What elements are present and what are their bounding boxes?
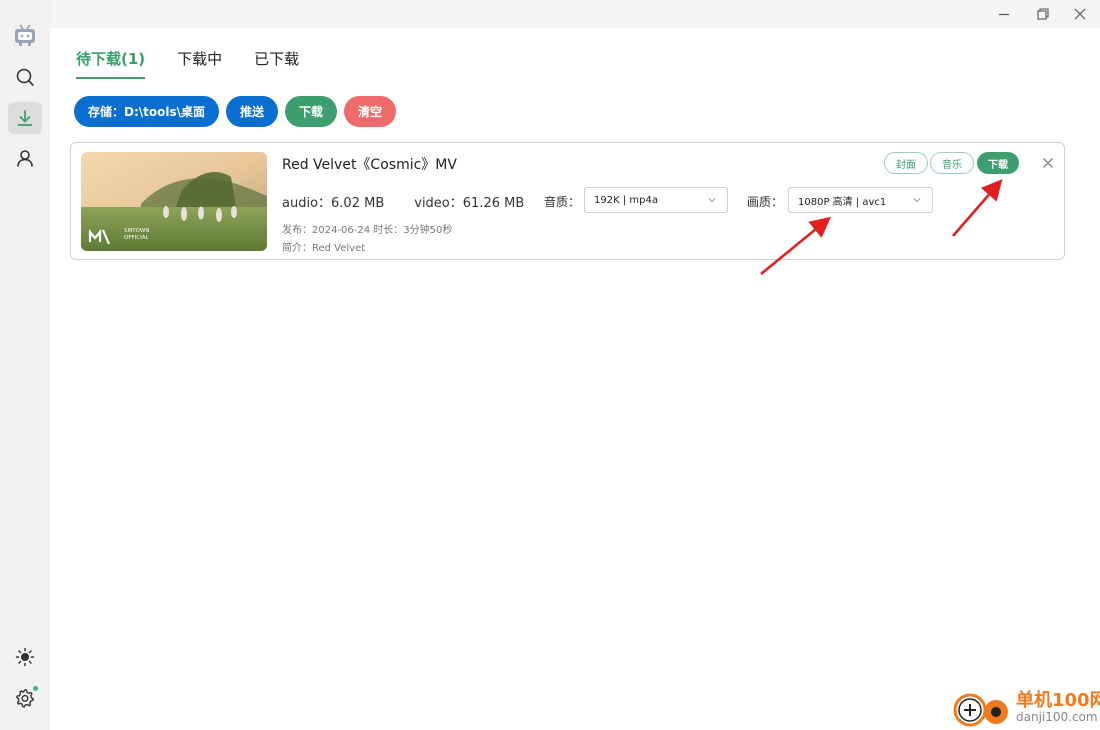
audio-quality-value: 192K | mp4a (594, 194, 658, 206)
remove-item-icon[interactable] (1040, 155, 1056, 171)
chevron-down-icon (707, 195, 717, 208)
watermark-text-2: danji100.com (1016, 710, 1098, 724)
minimize-icon[interactable] (993, 4, 1015, 24)
thumb-logo-text1: SMTOWN (124, 228, 149, 234)
audio-size-label: audio： (282, 196, 332, 211)
sidebar (0, 0, 50, 730)
watermark-text-1: 单机100网 (1016, 690, 1100, 711)
intro-info: 简介：Red Velvet (282, 243, 366, 254)
thumb-logo-text2: OFFICIAL (124, 235, 150, 241)
tab-downloaded[interactable]: 已下载 (254, 48, 299, 79)
main-panel: 待下载(1) 下载中 已下载 存储：D:\tools\桌面 推送 下载 清空 S… (50, 28, 1100, 730)
download-item-button[interactable]: 下载 (977, 152, 1019, 174)
restore-icon[interactable] (1032, 4, 1054, 24)
chevron-down-icon (912, 195, 922, 208)
video-size-value: 61.26 MB (462, 196, 525, 211)
video-quality-label: 画质： (747, 195, 784, 209)
download-icon[interactable] (8, 102, 42, 134)
search-icon[interactable] (8, 61, 42, 93)
download-item-card: SMTOWN OFFICIAL Red Velvet《Cosmic》MV aud… (70, 142, 1065, 260)
video-quality-select[interactable]: 1080P 高清 | avc1 (788, 187, 933, 213)
sun-icon[interactable] (8, 641, 42, 673)
action-bar: 存储：D:\tools\桌面 推送 下载 清空 (74, 96, 397, 127)
video-thumbnail: SMTOWN OFFICIAL (81, 152, 267, 251)
close-icon[interactable] (1069, 4, 1091, 24)
music-button[interactable]: 音乐 (930, 152, 974, 174)
video-title: Red Velvet《Cosmic》MV (282, 157, 457, 173)
download-all-button[interactable]: 下载 (285, 96, 338, 127)
video-quality-value: 1080P 高清 | avc1 (798, 196, 887, 208)
tab-downloading[interactable]: 下载中 (177, 48, 222, 79)
clear-button[interactable]: 清空 (344, 96, 397, 127)
titlebar (50, 0, 1100, 28)
user-icon[interactable] (8, 142, 42, 174)
size-info: audio：6.02 MB video：61.26 MB (282, 192, 524, 211)
site-watermark: 单机100网 danji100.com (952, 686, 1100, 730)
audio-size-value: 6.02 MB (331, 196, 385, 211)
audio-quality-label: 音质： (544, 195, 581, 209)
push-button[interactable]: 推送 (226, 96, 279, 127)
status-dot (33, 686, 38, 691)
tab-bar: 待下载(1) 下载中 已下载 (76, 48, 299, 79)
storage-path-button[interactable]: 存储：D:\tools\桌面 (74, 96, 220, 127)
app-logo-icon (8, 20, 42, 52)
watermark-logo-icon (953, 693, 1008, 727)
tab-pending[interactable]: 待下载(1) (76, 48, 146, 79)
audio-quality-select[interactable]: 192K | mp4a (584, 187, 728, 213)
publish-info: 发布：2024-06-24 时长：3分钟50秒 (282, 225, 453, 236)
gear-icon[interactable] (8, 682, 42, 714)
video-size-label: video： (414, 196, 463, 211)
cover-button[interactable]: 封面 (884, 152, 928, 174)
